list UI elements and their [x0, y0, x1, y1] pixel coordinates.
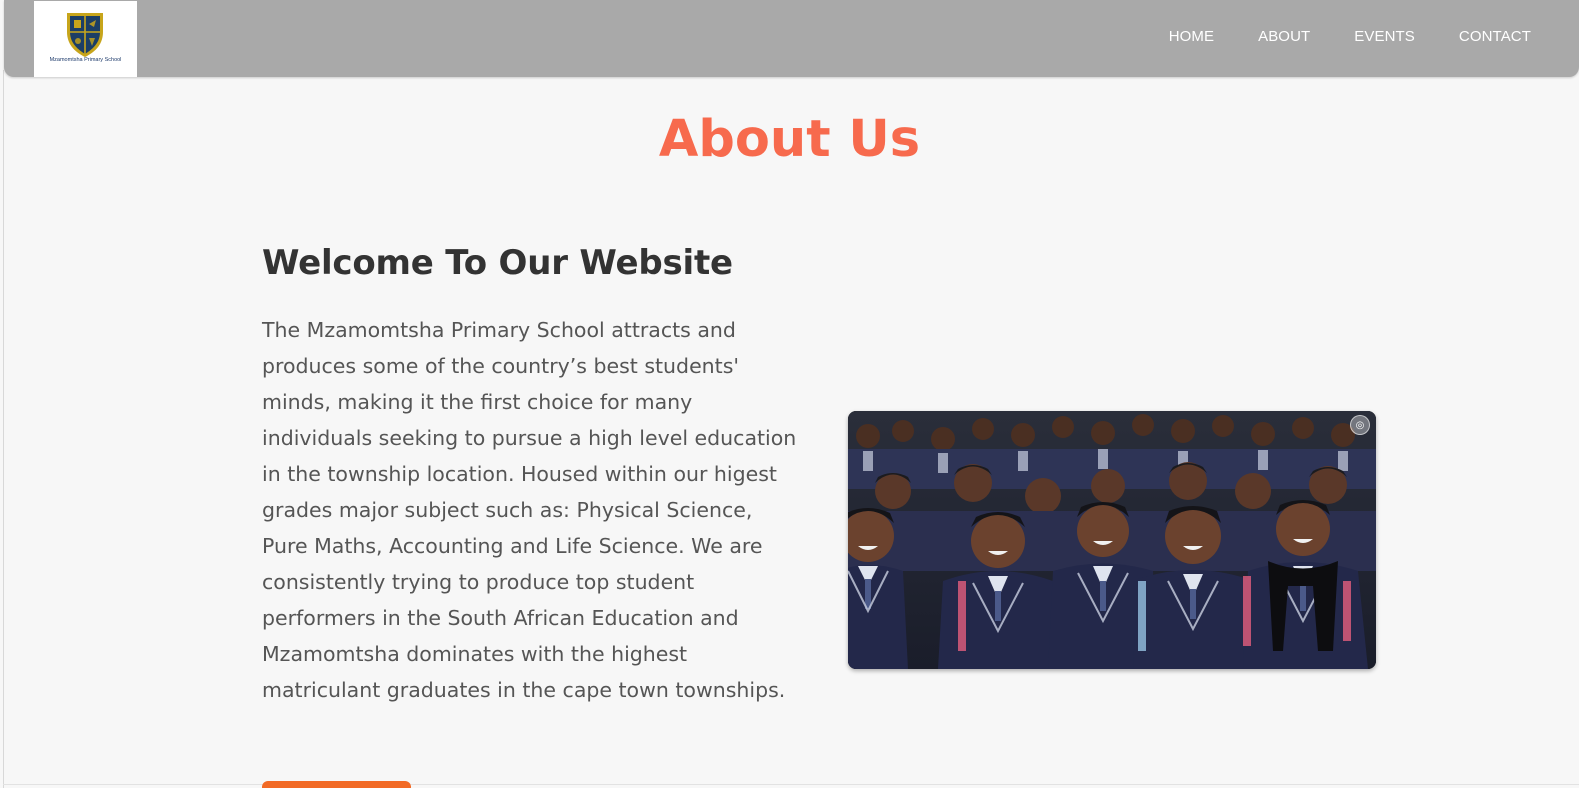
- nav-link-about[interactable]: ABOUT: [1258, 28, 1310, 45]
- visual-search-icon[interactable]: ◎: [1350, 415, 1370, 435]
- welcome-heading: Welcome To Our Website: [262, 243, 733, 283]
- nav-link-events[interactable]: EVENTS: [1354, 28, 1415, 45]
- logo-caption: Mzamomtsha Primary School: [49, 57, 122, 63]
- navbar: Mzamomtsha Primary School HOME ABOUT EVE…: [4, 0, 1579, 77]
- window-left-edge: [3, 70, 4, 788]
- page-title: About Us: [658, 110, 921, 169]
- nav-link-home[interactable]: HOME: [1169, 28, 1214, 45]
- students-photo-illustration: [848, 411, 1376, 669]
- main-navigation: HOME ABOUT EVENTS CONTACT: [1125, 28, 1531, 45]
- nav-link-contact[interactable]: CONTACT: [1459, 28, 1531, 45]
- read-more-button[interactable]: [262, 781, 411, 788]
- school-crest-icon: [67, 13, 103, 57]
- about-paragraph: The Mzamomtsha Primary School attracts a…: [262, 318, 797, 702]
- window-bottom-edge: [3, 784, 1579, 785]
- students-photo: ◎: [848, 411, 1376, 669]
- page: Mzamomtsha Primary School HOME ABOUT EVE…: [0, 0, 1579, 788]
- school-logo[interactable]: Mzamomtsha Primary School: [34, 1, 137, 77]
